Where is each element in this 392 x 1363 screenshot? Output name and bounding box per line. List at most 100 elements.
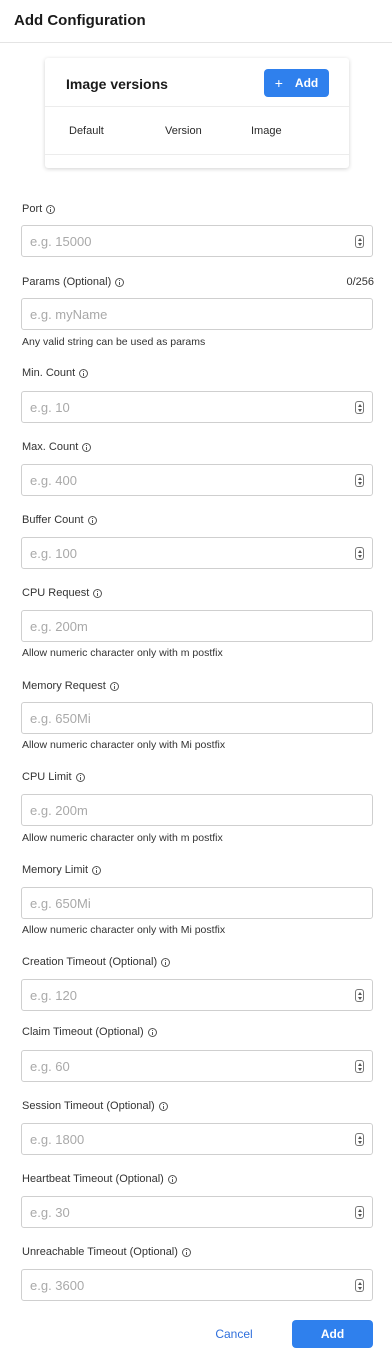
info-icon[interactable] <box>92 865 102 875</box>
claim-timeout-label-text: Claim Timeout (Optional) <box>22 1026 144 1038</box>
session-timeout-label: Session Timeout (Optional) <box>22 1100 168 1112</box>
image-versions-card: Image versions + Add Default Version Ima… <box>45 58 349 168</box>
info-icon[interactable] <box>82 442 92 452</box>
session-timeout-label-text: Session Timeout (Optional) <box>22 1100 155 1112</box>
max-count-label: Max. Count <box>22 441 92 453</box>
stepper-down-icon[interactable] <box>357 408 362 412</box>
info-icon[interactable] <box>147 1027 157 1037</box>
stepper-up-icon[interactable] <box>357 1281 362 1285</box>
cpu-request-input[interactable] <box>22 611 372 641</box>
creation-timeout-input[interactable] <box>22 980 372 1010</box>
heartbeat-timeout-field <box>21 1196 373 1228</box>
session-timeout-field <box>21 1123 373 1155</box>
number-stepper[interactable] <box>355 989 364 1002</box>
stepper-up-icon[interactable] <box>357 1062 362 1066</box>
memory-request-field <box>21 702 373 734</box>
cpu-limit-input[interactable] <box>22 795 372 825</box>
min-count-label: Min. Count <box>22 367 89 379</box>
unreachable-timeout-input[interactable] <box>22 1270 372 1300</box>
image-versions-title: Image versions <box>66 76 168 92</box>
cpu-request-hint: Allow numeric character only with m post… <box>22 647 223 659</box>
min-count-input[interactable] <box>22 392 372 422</box>
info-icon[interactable] <box>93 588 103 598</box>
port-field <box>21 225 373 257</box>
session-timeout-input[interactable] <box>22 1124 372 1154</box>
stepper-down-icon[interactable] <box>357 1067 362 1071</box>
memory-request-label-text: Memory Request <box>22 680 106 692</box>
memory-limit-label: Memory Limit <box>22 864 102 876</box>
cpu-limit-label-text: CPU Limit <box>22 771 72 783</box>
memory-request-hint: Allow numeric character only with Mi pos… <box>22 739 226 751</box>
params-input[interactable] <box>22 299 372 329</box>
memory-limit-hint: Allow numeric character only with Mi pos… <box>22 924 226 936</box>
info-icon[interactable] <box>181 1247 191 1257</box>
dialog-title: Add Configuration <box>14 12 146 29</box>
memory-limit-field <box>21 887 373 919</box>
info-icon[interactable] <box>161 957 171 967</box>
unreachable-timeout-label: Unreachable Timeout (Optional) <box>22 1246 191 1258</box>
cpu-limit-label: CPU Limit <box>22 771 85 783</box>
stepper-up-icon[interactable] <box>357 549 362 553</box>
number-stepper[interactable] <box>355 474 364 487</box>
info-icon[interactable] <box>109 681 119 691</box>
info-icon[interactable] <box>75 772 85 782</box>
heartbeat-timeout-label-text: Heartbeat Timeout (Optional) <box>22 1173 164 1185</box>
creation-timeout-field <box>21 979 373 1011</box>
stepper-up-icon[interactable] <box>357 237 362 241</box>
cpu-request-label: CPU Request <box>22 587 103 599</box>
cpu-limit-hint: Allow numeric character only with m post… <box>22 832 223 844</box>
buffer-count-label-text: Buffer Count <box>22 514 84 526</box>
info-icon[interactable] <box>158 1101 168 1111</box>
column-header-version: Version <box>165 125 202 137</box>
memory-request-label: Memory Request <box>22 680 119 692</box>
info-icon[interactable] <box>87 515 97 525</box>
params-label: Params (Optional) <box>22 276 125 288</box>
stepper-up-icon[interactable] <box>357 403 362 407</box>
claim-timeout-input[interactable] <box>22 1051 372 1081</box>
memory-request-input[interactable] <box>22 703 372 733</box>
buffer-count-input[interactable] <box>22 538 372 568</box>
stepper-down-icon[interactable] <box>357 1286 362 1290</box>
params-char-counter: 0/256 <box>346 276 374 288</box>
stepper-down-icon[interactable] <box>357 996 362 1000</box>
info-icon[interactable] <box>167 1174 177 1184</box>
stepper-down-icon[interactable] <box>357 242 362 246</box>
number-stepper[interactable] <box>355 235 364 248</box>
number-stepper[interactable] <box>355 1133 364 1146</box>
unreachable-timeout-label-text: Unreachable Timeout (Optional) <box>22 1246 178 1258</box>
claim-timeout-label: Claim Timeout (Optional) <box>22 1026 157 1038</box>
stepper-down-icon[interactable] <box>357 1213 362 1217</box>
params-hint: Any valid string can be used as params <box>22 336 206 348</box>
add-configuration-button[interactable]: Add <box>292 1320 373 1348</box>
heartbeat-timeout-input[interactable] <box>22 1197 372 1227</box>
port-input[interactable] <box>22 226 372 256</box>
info-icon[interactable] <box>79 368 89 378</box>
stepper-down-icon[interactable] <box>357 481 362 485</box>
stepper-up-icon[interactable] <box>357 991 362 995</box>
column-header-image: Image <box>251 125 282 137</box>
card-divider <box>45 154 349 155</box>
cpu-request-label-text: CPU Request <box>22 587 90 599</box>
number-stepper[interactable] <box>355 1279 364 1292</box>
memory-limit-input[interactable] <box>22 888 372 918</box>
add-image-version-label: Add <box>294 76 319 90</box>
number-stepper[interactable] <box>355 401 364 414</box>
params-label-text: Params (Optional) <box>22 276 112 288</box>
number-stepper[interactable] <box>355 547 364 560</box>
buffer-count-label: Buffer Count <box>22 514 97 526</box>
stepper-up-icon[interactable] <box>357 1135 362 1139</box>
number-stepper[interactable] <box>355 1060 364 1073</box>
buffer-count-field <box>21 537 373 569</box>
creation-timeout-label: Creation Timeout (Optional) <box>22 956 171 968</box>
cancel-button[interactable]: Cancel <box>199 1320 269 1348</box>
stepper-down-icon[interactable] <box>357 554 362 558</box>
stepper-down-icon[interactable] <box>357 1140 362 1144</box>
number-stepper[interactable] <box>355 1206 364 1219</box>
add-image-version-button[interactable]: + Add <box>264 69 329 97</box>
max-count-input[interactable] <box>22 465 372 495</box>
info-icon[interactable] <box>115 277 125 287</box>
info-icon[interactable] <box>46 204 56 214</box>
claim-timeout-field <box>21 1050 373 1082</box>
stepper-up-icon[interactable] <box>357 476 362 480</box>
stepper-up-icon[interactable] <box>357 1208 362 1212</box>
